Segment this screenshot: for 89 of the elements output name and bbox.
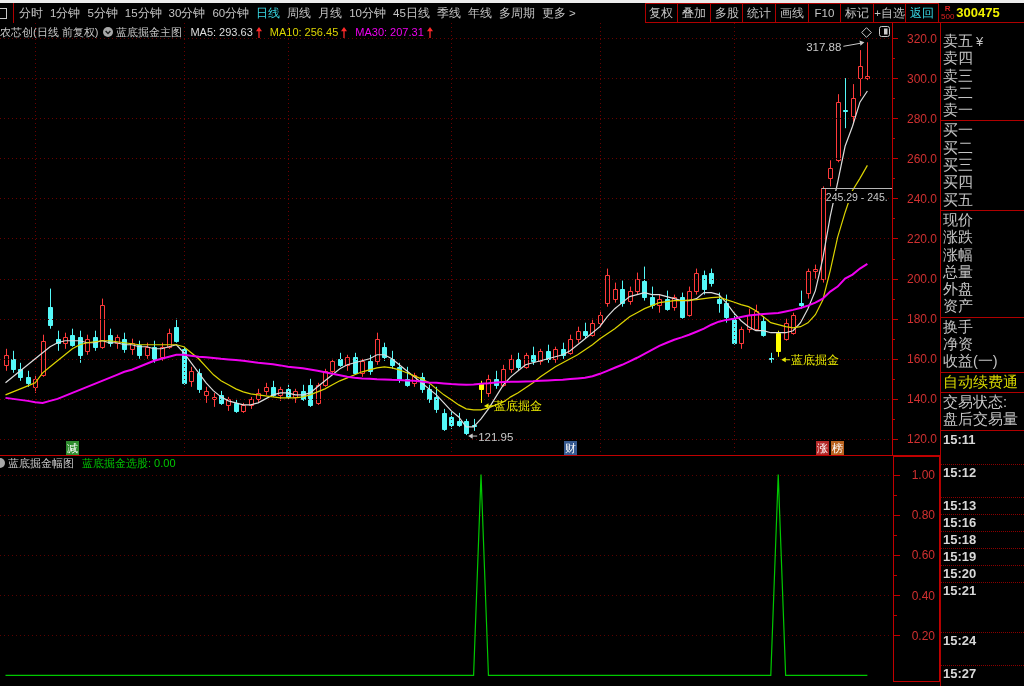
quote-label: 涨幅 xyxy=(943,246,973,264)
axis-label: 0.20 xyxy=(911,628,935,643)
toolbar-button[interactable]: 返回 xyxy=(905,4,938,22)
period-tab[interactable]: 30分钟 xyxy=(168,3,206,23)
period-tab[interactable]: 5分钟 xyxy=(87,3,118,23)
period-tab[interactable]: 10分钟 xyxy=(349,3,386,23)
period-tab[interactable]: 周线 xyxy=(287,3,312,23)
axis-label: 180.0 xyxy=(906,312,937,327)
axis-label: 120.0 xyxy=(906,432,937,447)
quote-label: 卖四 xyxy=(943,50,973,68)
period-tab[interactable]: 年线 xyxy=(467,3,492,23)
axis-label: 240.0 xyxy=(906,191,937,206)
quote-label: 买五 xyxy=(943,191,973,209)
axis-label: 220.0 xyxy=(906,232,937,246)
quote-label: 收益(一) xyxy=(943,353,998,371)
ma-reading: MA30: 207.31 xyxy=(355,25,424,39)
quote-label: 资产 xyxy=(943,298,973,316)
chevron-circle-icon[interactable] xyxy=(103,27,114,37)
quote-label: 买二 xyxy=(943,139,973,158)
axis-label: 0.60 xyxy=(911,548,935,563)
time-label: 15:21 xyxy=(943,583,977,599)
period-tab[interactable]: 60分钟 xyxy=(212,3,250,23)
quote-label: 卖一 xyxy=(943,102,973,120)
time-label: 15:20 xyxy=(943,566,977,582)
time-label: 15:18 xyxy=(943,532,977,548)
ma-reading: MA10: 256.45 xyxy=(269,25,339,39)
quote-label: 涨跌 xyxy=(943,229,973,247)
event-tag: 减 xyxy=(65,441,79,455)
time-label: 15:12 xyxy=(943,465,977,481)
toolbar-button[interactable]: 叠加 xyxy=(677,4,710,22)
period-tab[interactable]: 更多 > xyxy=(541,3,576,23)
ma-reading: MA5: 293.63 xyxy=(190,25,253,39)
axis-label: 0.80 xyxy=(911,508,935,523)
board-label: R 500 xyxy=(941,4,955,21)
indicator-name[interactable]: 蓝底掘金主图 xyxy=(116,25,183,39)
period-tab[interactable]: 45日线 xyxy=(393,3,430,23)
axis-label: 160.0 xyxy=(906,352,937,367)
time-label: 15:13 xyxy=(943,498,977,514)
axis-label: 300.0 xyxy=(906,71,937,86)
axis-label: 320.0 xyxy=(906,31,937,46)
chart-title: 农芯创(日线 前复权) xyxy=(0,25,99,39)
axis-label: 0.40 xyxy=(911,588,935,603)
quote-label: 盘后交易量 xyxy=(943,411,1018,429)
period-tab[interactable]: 季线 xyxy=(436,3,461,23)
toolbar-button[interactable]: 标记 xyxy=(840,4,873,22)
axis-label: 280.0 xyxy=(906,111,937,126)
period-tab[interactable]: 日线 xyxy=(256,3,281,23)
indicator-title[interactable]: 蓝底掘金幅图 xyxy=(8,456,74,470)
stock-code: 300475 xyxy=(956,5,1000,20)
currency-toggle[interactable]: ¥ xyxy=(976,33,984,51)
period-tab[interactable]: 多周期 xyxy=(498,3,535,23)
quote-label: 外盘 xyxy=(943,281,973,298)
period-tab[interactable]: 分时 xyxy=(19,3,43,23)
quote-label: 净资 xyxy=(943,336,973,354)
axis-label: 1.00 xyxy=(911,468,935,483)
axis-label: 260.0 xyxy=(906,151,937,166)
toolbar-button[interactable]: 画线 xyxy=(775,4,808,22)
event-tag: 财 xyxy=(563,441,577,455)
period-tab[interactable]: 15分钟 xyxy=(124,3,162,23)
toolbar-button[interactable]: 多股 xyxy=(709,4,743,22)
diamond-icon[interactable] xyxy=(861,27,872,38)
period-tab[interactable]: 1分钟 xyxy=(50,3,81,23)
quote-label: 换手 xyxy=(943,318,973,337)
axis-label: 140.0 xyxy=(906,392,937,407)
time-label: 15:16 xyxy=(943,515,977,531)
toolbar-button[interactable]: 统计 xyxy=(742,4,776,22)
event-tag: 涨 xyxy=(816,441,830,455)
quote-label: 卖五 xyxy=(943,33,973,50)
toolbar-button[interactable]: F10 xyxy=(807,4,841,22)
notice-text[interactable]: 自动续费通 xyxy=(943,373,1018,391)
quote-label: 卖二 xyxy=(943,84,973,102)
quote-label: 卖三 xyxy=(943,67,973,85)
time-label: 15:27 xyxy=(943,666,977,682)
quote-label: 买四 xyxy=(943,174,973,192)
time-label: 15:19 xyxy=(943,549,977,565)
event-tag: 榜 xyxy=(831,441,845,455)
quote-label: 总量 xyxy=(943,263,973,282)
period-tab[interactable]: 月线 xyxy=(318,3,343,23)
quote-label: 现价 xyxy=(943,211,973,229)
toolbar-button[interactable]: 复权 xyxy=(644,4,678,22)
time-label: 15:24 xyxy=(943,633,977,649)
indicator-reading: 蓝底掘金选股: 0.00 xyxy=(82,456,176,470)
quote-label: 买一 xyxy=(943,122,973,140)
quote-label: 买三 xyxy=(943,157,973,175)
toolbar-button[interactable]: +自选 xyxy=(872,4,906,22)
panel-toggle-icon[interactable] xyxy=(879,26,890,37)
time-label: 15:11 xyxy=(943,431,976,447)
quote-label: 交易状态: xyxy=(943,393,1008,411)
axis-label: 200.0 xyxy=(906,272,937,287)
